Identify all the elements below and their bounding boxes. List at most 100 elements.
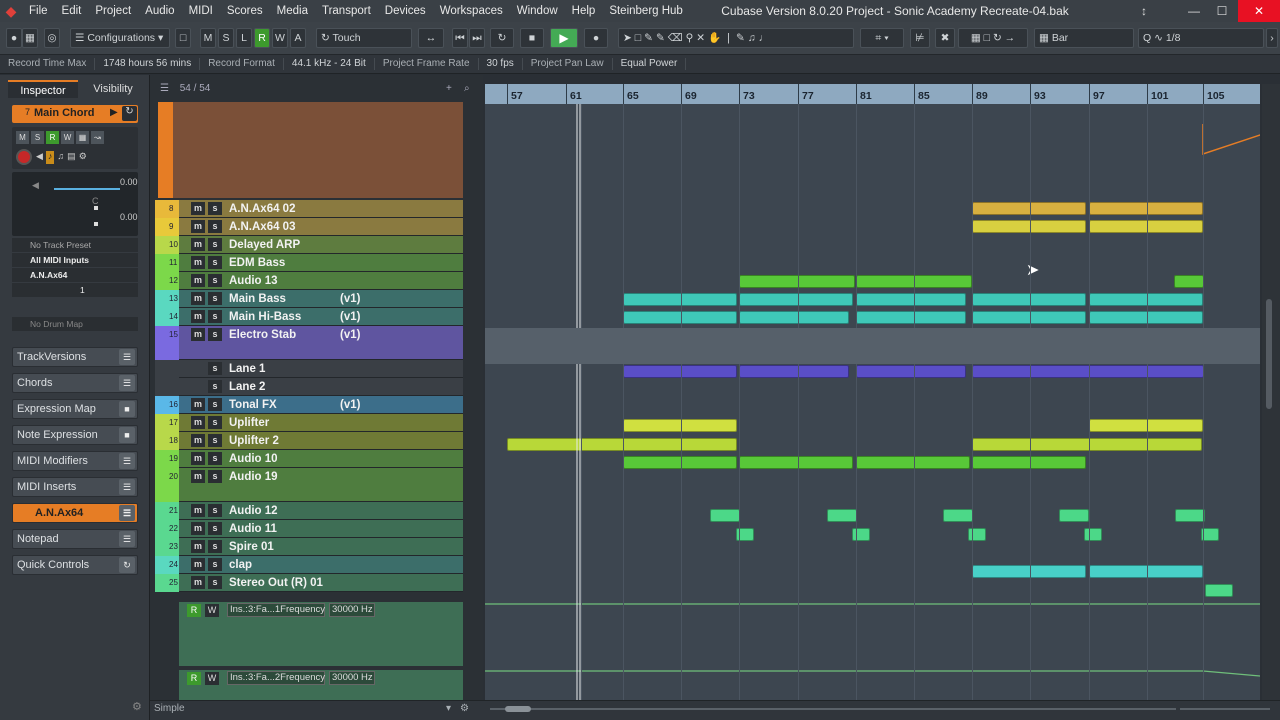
mute-button[interactable]: m	[191, 256, 205, 269]
midi-thru-icon[interactable]: ♪	[45, 151, 55, 164]
timeline-ruler[interactable]: 57 61 65 69 73 77 81 85 89 93 97 101 105	[485, 84, 1260, 104]
track-preset-field[interactable]: No Track Preset	[12, 238, 138, 252]
main-chord-track-body[interactable]	[165, 102, 463, 198]
drum-map-field[interactable]: No Drum Map	[12, 317, 138, 331]
mute-button[interactable]: m	[191, 328, 205, 341]
mode-button-r[interactable]: R	[254, 28, 270, 48]
solo-button[interactable]: s	[208, 220, 222, 233]
delay-slider[interactable]	[94, 222, 98, 226]
mode-button-a[interactable]: A	[290, 28, 306, 48]
ruler-bar-73[interactable]: 73	[739, 84, 755, 104]
automation-parameter[interactable]: Ins.:3:Fa...1Frequency	[227, 603, 325, 617]
solo-button[interactable]: s	[208, 558, 222, 571]
track-row[interactable]: 12 m s Audio 13	[155, 272, 463, 290]
volume-slider[interactable]	[54, 188, 120, 190]
automation-value[interactable]: 30000 Hz	[329, 671, 375, 685]
automation-lane[interactable]: R W Ins.:3:Fa...1Frequency 30000 Hz	[179, 602, 463, 666]
snap-on-off-button[interactable]: ⊭	[910, 28, 930, 48]
section-note-expression[interactable]: Note Expression ■	[12, 425, 138, 445]
go-to-end-button[interactable]: ⏭	[469, 28, 485, 48]
search-icon[interactable]: ⌕	[464, 80, 470, 98]
solo-button[interactable]: s	[208, 238, 222, 251]
track-row[interactable]: 20 m s Audio 19	[155, 468, 463, 502]
pan-slider[interactable]	[94, 206, 98, 210]
track-row[interactable]: 15 m s Electro Stab (v1)	[155, 326, 463, 360]
automation-mode-dropdown[interactable]: ↻ Touch	[316, 28, 412, 48]
mute-button[interactable]: m	[191, 504, 205, 517]
midi-input-field[interactable]: All MIDI Inputs	[12, 253, 138, 267]
solo-button[interactable]: S	[31, 131, 44, 144]
mute-button[interactable]: m	[191, 576, 205, 589]
go-to-start-button[interactable]: ⏮	[452, 28, 468, 48]
mute-button[interactable]: m	[191, 416, 205, 429]
menu-project[interactable]: Project	[88, 0, 138, 22]
vertical-scrollbar[interactable]	[1262, 84, 1280, 700]
section-a-n-ax64[interactable]: A.N.Ax64 ☰	[12, 503, 138, 523]
mode-button-m[interactable]: M	[200, 28, 216, 48]
solo-button[interactable]: s	[208, 328, 222, 341]
solo-button[interactable]: s	[208, 434, 222, 447]
mute-button[interactable]: m	[191, 540, 205, 553]
solo-button[interactable]: s	[208, 522, 222, 535]
track-row[interactable]: 9 m s A.N.Ax64 03	[155, 218, 463, 236]
zoom-slider[interactable]	[1180, 708, 1270, 710]
track-row[interactable]: 8 m s A.N.Ax64 02	[155, 200, 463, 218]
stop-button[interactable]: ■	[520, 28, 544, 48]
ruler-bar-57[interactable]: 57	[507, 84, 523, 104]
cubase-logo-icon[interactable]: ◆	[0, 0, 22, 22]
mute-button[interactable]: m	[191, 238, 205, 251]
menu-scores[interactable]: Scores	[220, 0, 270, 22]
track-row[interactable]: s Lane 2	[155, 378, 463, 396]
track-row[interactable]: 23 m s Spire 01	[155, 538, 463, 556]
ruler-bar-89[interactable]: 89	[972, 84, 988, 104]
constrain-delay-icon[interactable]: ◎	[44, 28, 60, 48]
track-row[interactable]: 16 m s Tonal FX (v1)	[155, 396, 463, 414]
track-list-menu-icon[interactable]: ☰	[160, 83, 169, 94]
solo-button[interactable]: s	[208, 256, 222, 269]
write-automation-button[interactable]: W	[205, 672, 219, 685]
section-midi-modifiers[interactable]: MIDI Modifiers ☰	[12, 451, 138, 471]
menu-transport[interactable]: Transport	[315, 0, 378, 22]
mode-button-w[interactable]: W	[272, 28, 288, 48]
solo-button[interactable]: s	[208, 504, 222, 517]
section-icon[interactable]: ☰	[119, 375, 135, 391]
section-trackversions[interactable]: TrackVersions ☰	[12, 347, 138, 367]
edit-instrument-icon[interactable]: ↻	[122, 106, 137, 121]
add-track-icon[interactable]: +	[446, 80, 452, 98]
section-expression-map[interactable]: Expression Map ■	[12, 399, 138, 419]
menu-workspaces[interactable]: Workspaces	[433, 0, 510, 22]
vertical-scroll-thumb[interactable]	[1266, 299, 1272, 409]
track-row[interactable]: 19 m s Audio 10	[155, 450, 463, 468]
section-quick-controls[interactable]: Quick Controls ↻	[12, 555, 138, 575]
section-icon[interactable]: ■	[119, 427, 135, 443]
track-row[interactable]: 10 m s Delayed ARP	[155, 236, 463, 254]
mute-button[interactable]: m	[191, 310, 205, 323]
solo-button[interactable]: s	[208, 362, 222, 375]
solo-button[interactable]: s	[208, 202, 222, 215]
section-icon[interactable]: ☰	[119, 505, 135, 521]
configurations-dropdown[interactable]: ☰ Configurations ▾	[70, 28, 170, 48]
track-list-footer[interactable]: Simple	[154, 701, 185, 717]
ruler-bar-93[interactable]: 93	[1030, 84, 1046, 104]
section-chords[interactable]: Chords ☰	[12, 373, 138, 393]
ruler-bar-85[interactable]: 85	[914, 84, 930, 104]
mute-button[interactable]: m	[191, 202, 205, 215]
channel-settings-icon[interactable]: ↝	[91, 131, 104, 144]
read-automation-button[interactable]: R	[187, 604, 201, 617]
midi-output-field[interactable]: A.N.Ax64	[12, 268, 138, 282]
section-icon[interactable]: ☰	[119, 479, 135, 495]
write-automation-button[interactable]: W	[61, 131, 74, 144]
toolbar-options-icon[interactable]: ›	[1266, 28, 1278, 48]
mute-button[interactable]: m	[191, 220, 205, 233]
solo-button[interactable]: s	[208, 470, 222, 483]
mute-button[interactable]: m	[191, 470, 205, 483]
menu-edit[interactable]: Edit	[55, 0, 89, 22]
ruler-bar-61[interactable]: 61	[566, 84, 582, 104]
quantize-dropdown[interactable]: Q ∿ 1/8	[1138, 28, 1264, 48]
menu-file[interactable]: File	[22, 0, 55, 22]
resize-icon[interactable]: ↕	[1126, 0, 1162, 22]
ruler-bar-81[interactable]: 81	[856, 84, 872, 104]
automation-value[interactable]: 30000 Hz	[329, 603, 375, 617]
ruler-bar-101[interactable]: 101	[1147, 84, 1169, 104]
lock-icon[interactable]: □	[175, 28, 191, 48]
